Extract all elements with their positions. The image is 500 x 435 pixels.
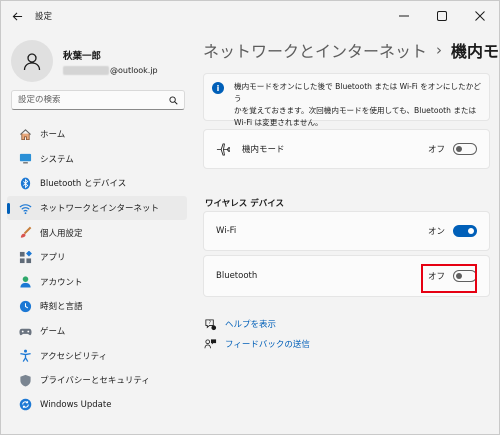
back-button[interactable]: [3, 2, 31, 30]
maximize-button[interactable]: [423, 1, 461, 31]
airplane-mode-toggle-wrap: オフ: [428, 143, 477, 155]
user-icon: [23, 53, 41, 71]
user-email-domain: @outlook.jp: [110, 65, 158, 75]
nav-list: ホーム システム Bluetooth とデバイス ネットワークとインターネット: [7, 122, 187, 417]
search-input[interactable]: [18, 95, 169, 105]
info-icon: i: [212, 82, 224, 94]
nav-item-system[interactable]: システム: [7, 147, 187, 172]
nav-label: Windows Update: [40, 399, 112, 410]
accessibility-icon: [18, 349, 32, 363]
maximize-icon: [437, 11, 447, 21]
home-icon: [18, 127, 32, 141]
airplane-mode-label: 機内モード: [242, 145, 285, 155]
app-title: 設定: [35, 12, 53, 22]
close-icon: [475, 11, 485, 21]
update-icon: [18, 398, 32, 412]
wifi-toggle-wrap: オン: [428, 225, 477, 237]
highlight-box: [421, 264, 477, 293]
page-title: 機内モード: [451, 42, 500, 61]
nav-item-accounts[interactable]: アカウント: [7, 270, 187, 295]
help-icon: ?: [203, 317, 217, 331]
nav-label: ゲーム: [40, 327, 66, 338]
apps-icon: [18, 250, 32, 264]
wifi-icon: [18, 201, 32, 215]
bluetooth-icon: [18, 176, 32, 190]
info-line: Wi-Fi は変更されません。: [234, 118, 323, 127]
system-icon: [18, 152, 32, 166]
shield-icon: [18, 373, 32, 387]
account-icon: [18, 275, 32, 289]
sidebar: 秋葉一郎 @outlook.jp ホーム システム: [1, 31, 191, 434]
wifi-label: Wi-Fi: [216, 226, 237, 236]
bluetooth-label: Bluetooth: [216, 271, 258, 281]
help-link[interactable]: ? ヘルプを表示: [203, 317, 276, 331]
user-email: @outlook.jp: [63, 65, 158, 75]
nav-label: 時刻と言語: [40, 302, 83, 313]
gamepad-icon: [18, 324, 32, 338]
main-content: ネットワークとインターネット › 機内モード i 機内モードをオンにした後で B…: [191, 31, 500, 434]
wireless-devices-heading: ワイヤレス デバイス: [205, 199, 284, 209]
nav-item-home[interactable]: ホーム: [7, 122, 187, 147]
nav-label: プライバシーとセキュリティ: [40, 376, 150, 387]
nav-item-privacy-security[interactable]: プライバシーとセキュリティ: [7, 368, 187, 393]
nav-label: システム: [40, 154, 74, 165]
nav-item-bluetooth-devices[interactable]: Bluetooth とデバイス: [7, 171, 187, 196]
breadcrumb-separator: ›: [436, 41, 443, 59]
nav-item-apps[interactable]: アプリ: [7, 245, 187, 270]
close-button[interactable]: [461, 1, 499, 31]
info-line: かを覚えておきます。次回機内モードを使用しても、Bluetooth または: [234, 106, 477, 115]
wifi-toggle[interactable]: [453, 225, 477, 237]
info-line: 機内モードをオンにした後で Bluetooth または Wi-Fi をオンにした…: [234, 82, 481, 103]
nav-item-gaming[interactable]: ゲーム: [7, 319, 187, 344]
nav-label: 個人用設定: [40, 228, 83, 239]
info-banner: i 機内モードをオンにした後で Bluetooth または Wi-Fi をオンに…: [203, 73, 490, 127]
user-profile[interactable]: 秋葉一郎 @outlook.jp: [11, 37, 191, 85]
search-icon: [169, 95, 178, 105]
airplane-mode-card[interactable]: 機内モード オフ: [203, 129, 490, 169]
toggle-state-label: オフ: [427, 145, 445, 155]
airplane-mode-toggle[interactable]: [453, 143, 477, 155]
time-language-icon: [18, 299, 32, 313]
feedback-icon: [203, 337, 217, 351]
wifi-card[interactable]: Wi-Fi オン: [203, 211, 490, 251]
nav-item-time-language[interactable]: 時刻と言語: [7, 294, 187, 319]
brush-icon: [18, 226, 32, 240]
feedback-link-text[interactable]: フィードバックの送信: [225, 338, 310, 350]
nav-item-accessibility[interactable]: アクセシビリティ: [7, 343, 187, 368]
nav-label: アカウント: [40, 277, 83, 288]
search-box[interactable]: [11, 90, 185, 110]
breadcrumb-parent[interactable]: ネットワークとインターネット: [203, 38, 427, 62]
minimize-button[interactable]: [385, 1, 423, 31]
back-arrow-icon: [12, 11, 22, 21]
minimize-icon: [399, 15, 409, 17]
nav-label: アクセシビリティ: [40, 351, 108, 362]
email-redaction: [63, 65, 109, 75]
avatar: [11, 40, 53, 82]
nav-label: ホーム: [40, 130, 66, 141]
nav-label: アプリ: [40, 253, 66, 264]
window-controls: [385, 1, 499, 31]
user-name: 秋葉一郎: [63, 50, 102, 62]
nav-item-network-internet[interactable]: ネットワークとインターネット: [7, 195, 187, 221]
nav-item-personalization[interactable]: 個人用設定: [7, 220, 187, 245]
info-text: 機内モードをオンにした後で Bluetooth または Wi-Fi をオンにした…: [234, 81, 481, 127]
breadcrumb: ネットワークとインターネット › 機内モード: [203, 38, 500, 62]
feedback-link[interactable]: フィードバックの送信: [203, 337, 310, 351]
airplane-icon: [216, 142, 231, 157]
nav-label: Bluetooth とデバイス: [40, 179, 127, 190]
nav-item-windows-update[interactable]: Windows Update: [7, 393, 187, 418]
settings-window: 設定 秋葉一郎 @outlook.jp 設定の検索 ホーム システム Bluet…: [0, 0, 500, 435]
nav-label: ネットワークとインターネット: [40, 204, 160, 215]
title-bar: 設定: [1, 1, 499, 31]
toggle-state-label: オン: [427, 227, 445, 237]
help-link-text[interactable]: ヘルプを表示: [225, 318, 276, 330]
